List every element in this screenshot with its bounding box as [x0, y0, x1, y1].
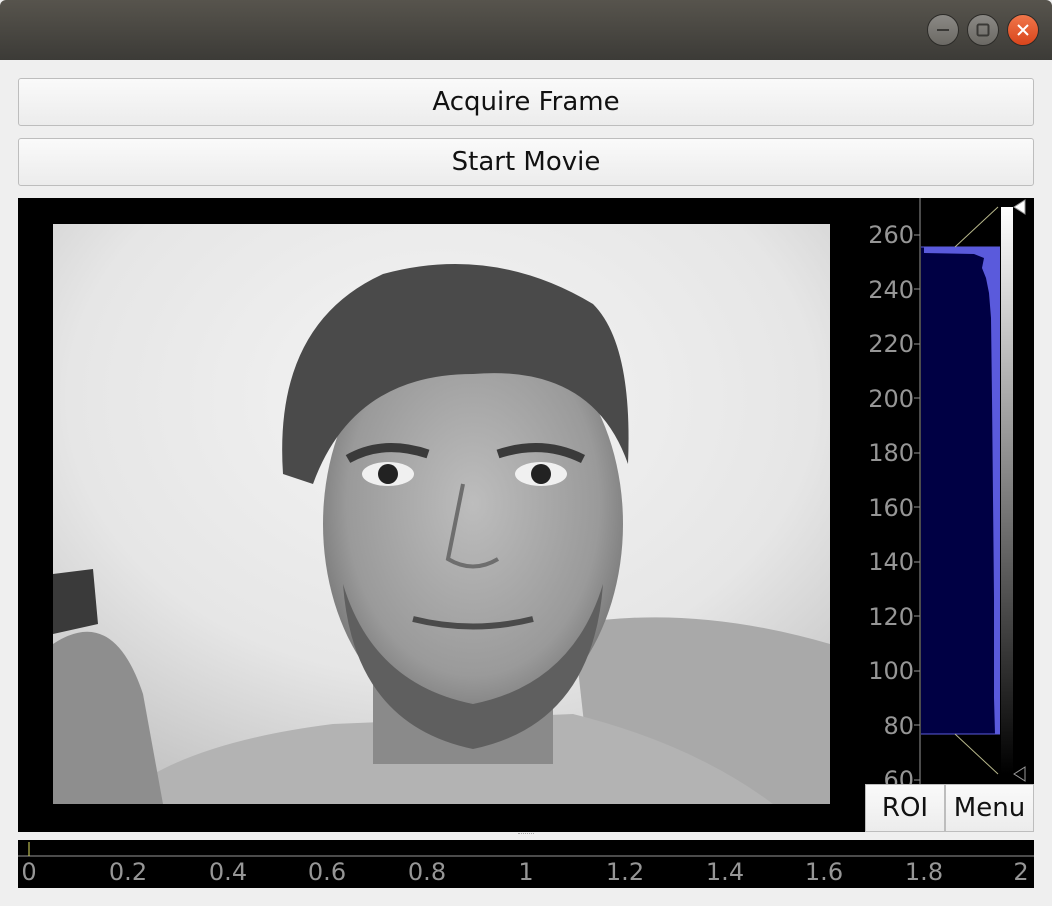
- timeline-tick-label: 0: [21, 858, 37, 886]
- timeline-tick-label: 1.6: [804, 858, 844, 886]
- start-movie-button[interactable]: Start Movie: [18, 138, 1034, 186]
- histogram-tick-label: 140: [868, 548, 914, 576]
- timeline-tick-label: 1.2: [605, 858, 645, 886]
- splitter-handle[interactable]: [518, 833, 534, 837]
- timeline-tick-label: 0.4: [208, 858, 248, 886]
- timeline-tick-label: 2: [1013, 858, 1029, 886]
- menu-button[interactable]: Menu: [945, 784, 1034, 832]
- close-button[interactable]: [1007, 14, 1039, 46]
- timeline-plot[interactable]: 0 0.2 0.4 0.6 0.8 1 1.2 1.4 1.6 1.8 2: [18, 840, 1034, 888]
- histogram-tick-label: 240: [868, 276, 914, 304]
- window-titlebar: [0, 0, 1052, 60]
- timeline-tick-label: 0.8: [407, 858, 447, 886]
- gradient-min-handle[interactable]: [1013, 766, 1026, 782]
- timeline-tick-label: 0.2: [108, 858, 148, 886]
- histogram-tick-label: 260: [868, 221, 914, 249]
- maximize-button[interactable]: [967, 14, 999, 46]
- gradient-max-handle[interactable]: [1013, 199, 1026, 215]
- histogram-tick-label: 180: [868, 439, 914, 467]
- timeline-tick-label: 1.4: [705, 858, 745, 886]
- roi-button[interactable]: ROI: [865, 784, 945, 832]
- timeline-tick-label: 0.6: [307, 858, 347, 886]
- histogram-tick-label: 160: [868, 494, 914, 522]
- histogram-tick-label: 120: [868, 603, 914, 631]
- maximize-icon: [976, 23, 990, 37]
- timeline-tick-label: 1: [518, 858, 534, 886]
- histogram-widget[interactable]: [914, 198, 1034, 784]
- gradient-bar[interactable]: [1001, 207, 1013, 774]
- image-view[interactable]: 260 240 220 200 180 160 140 120 100 80 6…: [18, 198, 1034, 832]
- camera-frame-image: [53, 224, 830, 804]
- minimize-button[interactable]: [927, 14, 959, 46]
- minimize-icon: [937, 29, 949, 31]
- timeline-tick-label: 1.8: [904, 858, 944, 886]
- histogram-tick-label: 220: [868, 330, 914, 358]
- level-region[interactable]: [921, 247, 1000, 734]
- histogram-tick-label: 100: [868, 657, 914, 685]
- close-icon: [1017, 24, 1029, 36]
- histogram-tick-label: 80: [883, 712, 914, 740]
- acquire-frame-button[interactable]: Acquire Frame: [18, 78, 1034, 126]
- histogram-tick-label: 200: [868, 385, 914, 413]
